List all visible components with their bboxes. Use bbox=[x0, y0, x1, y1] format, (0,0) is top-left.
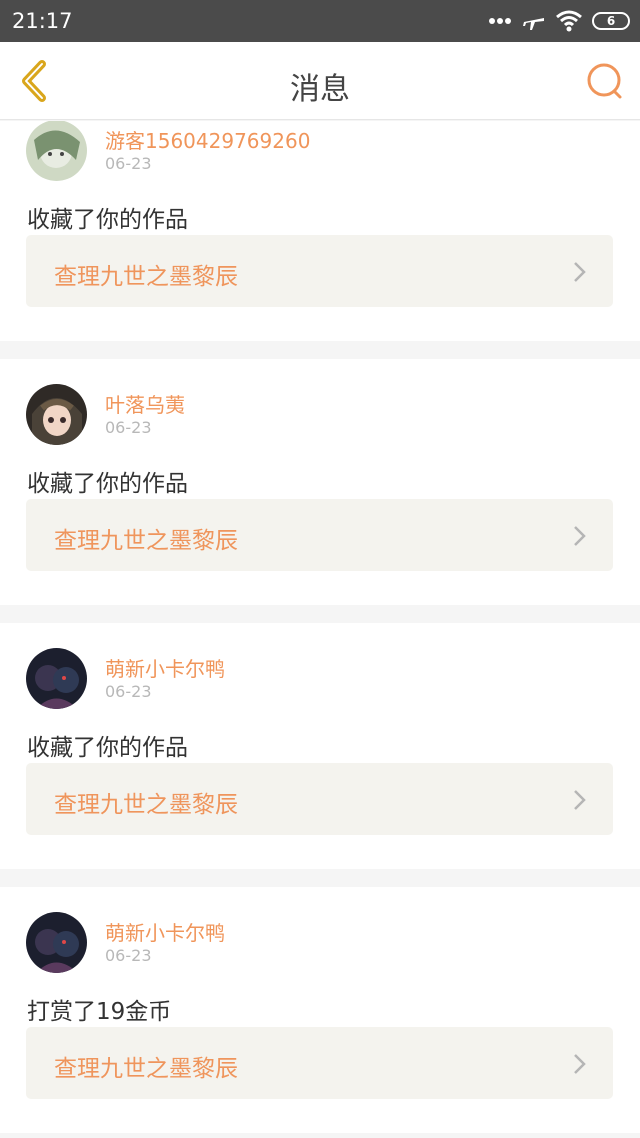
message-list[interactable]: 游客1560429769260 06-23 收藏了你的作品 查理九世之墨黎辰 叶… bbox=[0, 121, 640, 1138]
page-title: 消息 bbox=[290, 72, 350, 107]
battery-level: 6 bbox=[606, 14, 616, 28]
avatar[interactable] bbox=[26, 384, 87, 445]
work-title: 查理九世之墨黎辰 bbox=[54, 264, 238, 290]
work-link[interactable]: 查理九世之墨黎辰 bbox=[26, 1027, 613, 1099]
top-nav-bar: 消息 bbox=[0, 42, 640, 120]
airplane-icon bbox=[523, 18, 544, 30]
work-title: 查理九世之墨黎辰 bbox=[54, 792, 238, 818]
action-text: 打赏了19金币 bbox=[27, 999, 172, 1025]
message-card: 游客1560429769260 06-23 收藏了你的作品 查理九世之墨黎辰 bbox=[0, 121, 640, 341]
username[interactable]: 萌新小卡尔鸭 bbox=[105, 653, 225, 682]
message-date: 06-23 bbox=[105, 682, 152, 701]
wifi-icon bbox=[556, 10, 582, 32]
message-date: 06-23 bbox=[105, 946, 152, 965]
username[interactable]: 叶落乌荑 bbox=[105, 389, 185, 418]
status-time: 21:17 bbox=[12, 9, 73, 33]
action-text: 收藏了你的作品 bbox=[27, 735, 188, 761]
username[interactable]: 萌新小卡尔鸭 bbox=[105, 917, 225, 946]
avatar[interactable] bbox=[26, 648, 87, 709]
status-icons: 6 bbox=[488, 8, 630, 34]
work-link[interactable]: 查理九世之墨黎辰 bbox=[26, 499, 613, 571]
battery-icon: 6 bbox=[592, 12, 630, 30]
message-card: 萌新小卡尔鸭 06-23 打赏了19金币 查理九世之墨黎辰 bbox=[0, 887, 640, 1133]
search-icon bbox=[587, 63, 622, 99]
message-date: 06-23 bbox=[105, 154, 152, 173]
username[interactable]: 游客1560429769260 bbox=[105, 125, 310, 154]
work-link[interactable]: 查理九世之墨黎辰 bbox=[26, 235, 613, 307]
more-dots-icon bbox=[489, 18, 511, 24]
chevron-right-icon bbox=[574, 526, 586, 546]
chevron-right-icon bbox=[574, 1054, 586, 1074]
action-text: 收藏了你的作品 bbox=[27, 471, 188, 497]
message-card: 萌新小卡尔鸭 06-23 收藏了你的作品 查理九世之墨黎辰 bbox=[0, 623, 640, 869]
message-card: 叶落乌荑 06-23 收藏了你的作品 查理九世之墨黎辰 bbox=[0, 359, 640, 605]
chevron-right-icon bbox=[574, 790, 586, 810]
action-text: 收藏了你的作品 bbox=[27, 207, 188, 233]
work-title: 查理九世之墨黎辰 bbox=[54, 528, 238, 554]
chevron-right-icon bbox=[574, 262, 586, 282]
status-bar: 21:17 6 bbox=[0, 0, 640, 42]
search-button[interactable] bbox=[584, 60, 626, 102]
message-date: 06-23 bbox=[105, 418, 152, 437]
avatar[interactable] bbox=[26, 912, 87, 973]
work-title: 查理九世之墨黎辰 bbox=[54, 1056, 238, 1082]
work-link[interactable]: 查理九世之墨黎辰 bbox=[26, 763, 613, 835]
avatar[interactable] bbox=[26, 121, 87, 181]
